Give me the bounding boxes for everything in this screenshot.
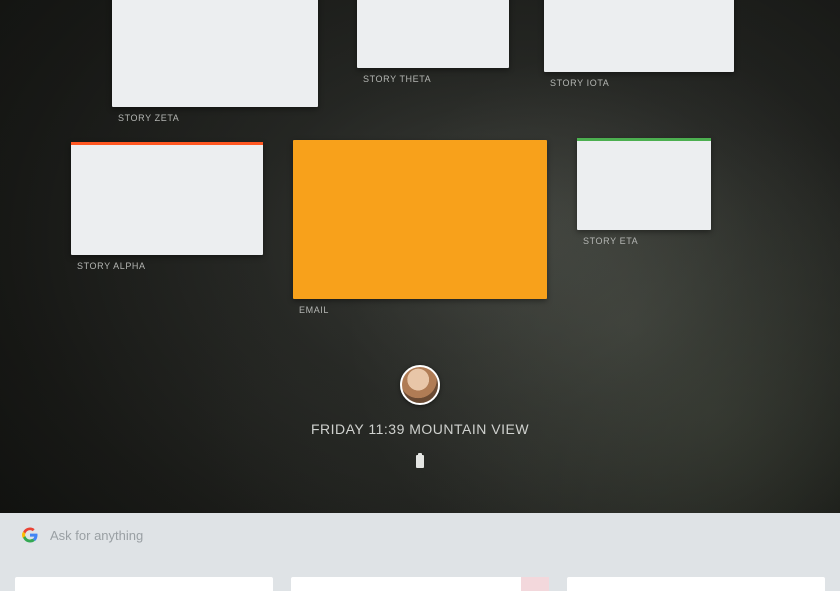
accent-bar (71, 142, 263, 145)
avatar[interactable] (400, 365, 440, 405)
suggestion-card[interactable] (291, 577, 549, 591)
story-card-theta[interactable]: STORY THETA (357, 0, 509, 68)
status-line: FRIDAY 11:39 MOUNTAIN VIEW (0, 421, 840, 437)
story-label: EMAIL (299, 305, 329, 315)
bottom-panel (0, 513, 840, 591)
story-label: STORY ALPHA (77, 261, 146, 271)
battery-icon (416, 455, 424, 468)
story-label: STORY ETA (583, 236, 638, 246)
suggestion-card[interactable] (567, 577, 825, 591)
suggestion-cards (0, 577, 840, 591)
story-card-zeta[interactable]: STORY ZETA (112, 0, 318, 107)
story-label: STORY ZETA (118, 113, 179, 123)
card-chip (521, 577, 549, 591)
suggestion-card[interactable] (15, 577, 273, 591)
story-label: STORY IOTA (550, 78, 609, 88)
story-label: STORY THETA (363, 74, 431, 84)
story-card-eta[interactable]: STORY ETA (577, 138, 711, 230)
ask-row (0, 513, 840, 553)
google-logo-icon (22, 527, 38, 543)
story-card-iota[interactable]: STORY IOTA (544, 0, 734, 72)
search-input[interactable] (50, 528, 818, 543)
story-card-alpha[interactable]: STORY ALPHA (71, 142, 263, 255)
status-block: FRIDAY 11:39 MOUNTAIN VIEW (0, 365, 840, 473)
story-card-email[interactable]: EMAIL (293, 140, 547, 299)
stories-area: STORY ZETA STORY THETA STORY IOTA STORY … (0, 0, 840, 330)
accent-bar (577, 138, 711, 141)
